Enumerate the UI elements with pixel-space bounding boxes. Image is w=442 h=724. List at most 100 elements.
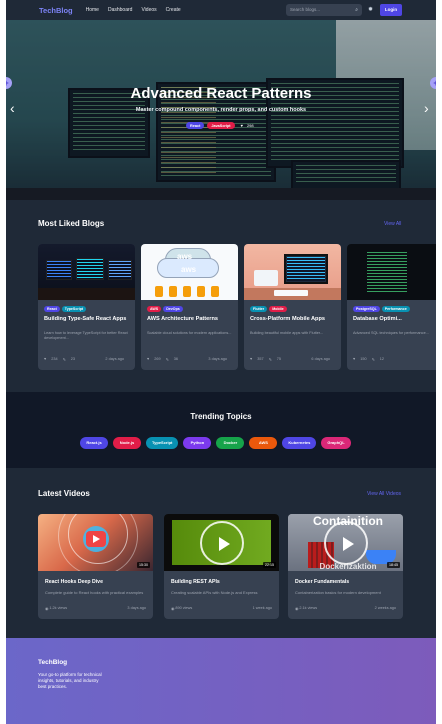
video-title[interactable]: React Hooks Deep Dive	[38, 571, 153, 585]
blog-description: Learn how to leverage TypeScript for bet…	[44, 331, 128, 340]
blog-comments: 23	[70, 357, 76, 361]
topic-pill[interactable]: Node.js	[113, 437, 141, 449]
nav-link-videos[interactable]: Videos	[141, 7, 156, 13]
play-icon[interactable]	[199, 520, 244, 565]
blog-tag[interactable]: Performance	[381, 306, 410, 312]
blog-meta: ♥ 150 ✎ 12	[353, 357, 436, 362]
footer-description: Your go-to platform for technical insigh…	[38, 672, 102, 689]
heart-icon: ♥	[240, 123, 243, 128]
video-meta: ◉ 1.2k views 3 days ago	[45, 606, 146, 611]
blog-meta: ♥ 234 ✎ 23 2 days ago	[44, 357, 129, 362]
view-all-videos-link[interactable]: View All Videos	[367, 491, 401, 497]
blog-card[interactable]: aws aws AWS DevOps AWS Architecture Patt…	[141, 244, 238, 370]
topic-pill[interactable]: Python	[183, 437, 212, 449]
topic-pill[interactable]: AWS	[249, 437, 278, 449]
site-logo[interactable]: TechBlog	[39, 6, 73, 15]
video-date: 2 weeks ago	[374, 606, 396, 610]
nav-link-dashboard[interactable]: Dashboard	[108, 7, 132, 13]
add-icon[interactable]: +	[430, 77, 436, 89]
video-date: 1 week ago	[252, 606, 272, 610]
blog-date: 3 days ago	[208, 357, 227, 361]
blog-title[interactable]: Building Type-Safe React Apps	[38, 312, 135, 330]
play-icon[interactable]	[323, 520, 368, 565]
hero-carousel: Advanced React Patterns Master compound …	[6, 20, 436, 200]
search-input[interactable]: Search blogs... ⌕	[286, 4, 362, 16]
video-thumbnail[interactable]: 15:30	[38, 514, 153, 571]
video-description: Containerization basics for modern devel…	[295, 590, 381, 595]
video-title[interactable]: Docker Fundamentals	[288, 571, 403, 585]
blog-image	[244, 244, 341, 300]
hero-likes: 298	[246, 123, 254, 128]
most-liked-title: Most Liked Blogs	[38, 219, 105, 228]
trending-topics-section: Trending Topics React.js Node.js TypeScr…	[6, 392, 436, 468]
chevron-right-icon[interactable]: ›	[424, 100, 429, 116]
blog-tag[interactable]: TypeScript	[61, 306, 87, 312]
comment-icon: ✎	[371, 358, 375, 362]
blog-comments: 75	[276, 357, 282, 361]
footer: TechBlog Your go-to platform for technic…	[6, 638, 436, 724]
video-title[interactable]: Building REST APIs	[164, 571, 279, 585]
video-views: 1.2k views	[49, 606, 68, 610]
heart-icon: ♥	[147, 357, 150, 361]
blog-card[interactable]: React TypeScript Building Type-Safe Reac…	[38, 244, 135, 370]
comment-icon: ✎	[268, 358, 272, 362]
blog-date: 6 days ago	[311, 357, 330, 361]
latest-videos-title: Latest Videos	[38, 489, 90, 498]
footer-brand: TechBlog	[38, 659, 68, 666]
blog-likes: 269	[154, 357, 161, 361]
blog-comments: 36	[173, 357, 179, 361]
video-date: 3 days ago	[127, 606, 146, 610]
topic-pill[interactable]: Docker	[216, 437, 245, 449]
hero-tag[interactable]: React	[186, 122, 205, 129]
heart-icon: ♥	[353, 357, 356, 361]
blog-comments: 12	[379, 357, 385, 361]
trending-title: Trending Topics	[190, 412, 252, 421]
blog-tag[interactable]: AWS	[147, 306, 162, 312]
video-duration: 15:30	[137, 562, 150, 568]
video-views: 2.1k views	[299, 606, 318, 610]
video-thumbnail[interactable]: Containition Dockerizaktion 18:45	[288, 514, 403, 571]
login-button[interactable]: Login	[380, 4, 402, 16]
video-card[interactable]: Containition Dockerizaktion 18:45 Docker…	[288, 514, 403, 619]
blog-image: aws aws	[141, 244, 238, 300]
video-thumbnail[interactable]: 22:15	[164, 514, 279, 571]
video-card[interactable]: 15:30 React Hooks Deep Dive Complete gui…	[38, 514, 153, 619]
most-liked-view-all-link[interactable]: View All	[384, 221, 401, 227]
video-card[interactable]: 22:15 Building REST APIs Creating scalab…	[164, 514, 279, 619]
video-views: 890 views	[175, 606, 193, 610]
blog-tag[interactable]: DevOps	[163, 306, 183, 312]
blog-card[interactable]: Flutter Mobile Cross-Platform Mobile App…	[244, 244, 341, 370]
blog-tag[interactable]: React	[44, 306, 60, 312]
blog-description: Building beautiful mobile apps with Flut…	[250, 331, 324, 335]
blog-tag[interactable]: Mobile	[269, 306, 287, 312]
blog-tag[interactable]: Flutter	[250, 306, 268, 312]
blog-tag[interactable]: PostgreSQL	[353, 306, 380, 312]
blog-title[interactable]: Database Optimi...	[347, 312, 436, 330]
blog-image	[347, 244, 436, 300]
nav-link-home[interactable]: Home	[86, 7, 99, 13]
search-icon: ⌕	[355, 7, 358, 13]
nav-link-create[interactable]: Create	[166, 7, 181, 13]
chevron-left-icon[interactable]: ‹	[10, 100, 15, 116]
video-description: Complete guide to React hooks with pract…	[45, 590, 144, 595]
blog-title[interactable]: AWS Architecture Patterns	[141, 312, 238, 330]
hero-tag[interactable]: JavaScript	[207, 122, 235, 129]
video-duration: 18:45	[387, 562, 400, 568]
blog-title[interactable]: Cross-Platform Mobile Apps	[244, 312, 341, 330]
blog-description: Advanced SQL techniques for performance.…	[353, 331, 429, 335]
top-nav: TechBlog Home Dashboard Videos Create Se…	[6, 0, 436, 20]
topic-list: React.js Node.js TypeScript Python Docke…	[80, 437, 351, 449]
blog-image	[38, 244, 135, 300]
heart-icon: ♥	[250, 357, 253, 361]
theme-toggle-icon[interactable]: ✹	[368, 6, 373, 13]
topic-pill[interactable]: TypeScript	[146, 437, 179, 449]
blog-card[interactable]: PostgreSQL Performance Database Optimi..…	[347, 244, 436, 370]
topic-pill[interactable]: React.js	[80, 437, 108, 449]
topic-pill[interactable]: Kubernetes	[282, 437, 317, 449]
blog-likes: 150	[360, 357, 367, 361]
most-liked-carousel: React TypeScript Building Type-Safe Reac…	[38, 244, 436, 372]
topic-pill[interactable]: GraphQL	[321, 437, 351, 449]
video-description: Creating scalable APIs with Node.js and …	[171, 590, 258, 595]
comment-icon: ✎	[62, 358, 66, 362]
video-meta: ◉ 890 views 1 week ago	[171, 606, 272, 611]
